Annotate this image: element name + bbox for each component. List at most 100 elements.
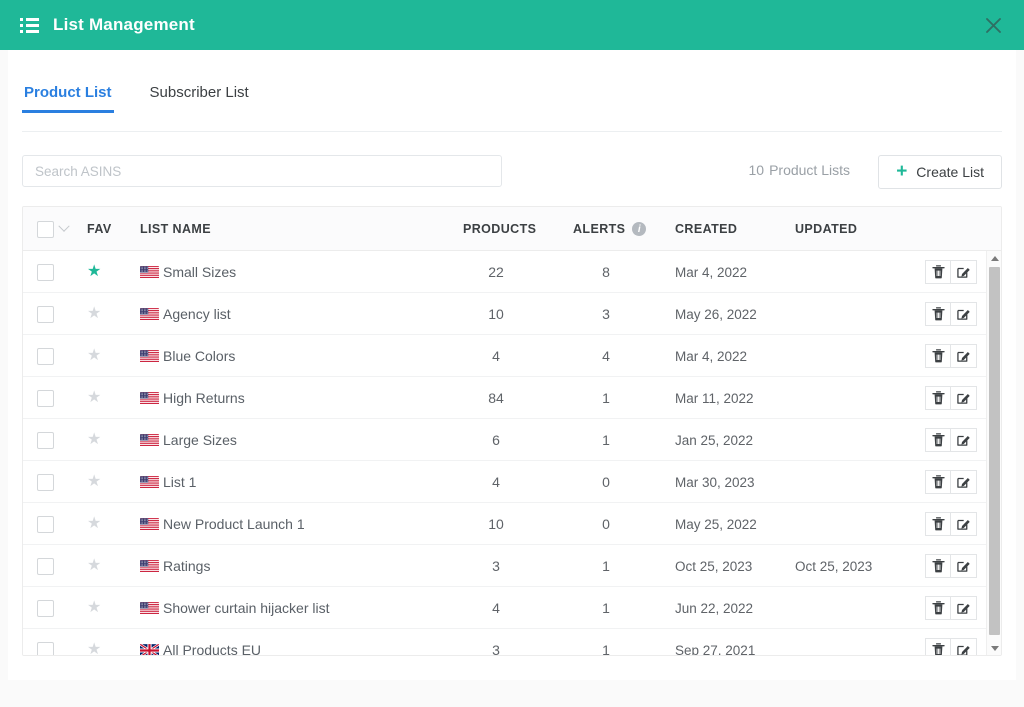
delete-list-button[interactable] bbox=[925, 470, 951, 494]
table-row[interactable]: ★ Shower curtain hijacker list 4 1 Jun 22, 2… bbox=[23, 587, 1001, 629]
list-name[interactable]: Large Sizes bbox=[163, 419, 237, 461]
content-card: Product List Subscriber List 10Product L… bbox=[8, 50, 1016, 680]
delete-list-button[interactable] bbox=[925, 344, 951, 368]
delete-list-button[interactable] bbox=[925, 512, 951, 536]
created-date: Mar 4, 2022 bbox=[675, 348, 748, 364]
column-header-updated[interactable]: UPDATED bbox=[795, 207, 857, 251]
table-row[interactable]: ★ All Products EU 3 1 Sep 27, 2021 bbox=[23, 629, 1001, 656]
row-checkbox[interactable] bbox=[37, 305, 54, 323]
list-name[interactable]: Blue Colors bbox=[163, 335, 235, 377]
row-select-cell bbox=[37, 293, 54, 335]
list-name[interactable]: Agency list bbox=[163, 293, 231, 335]
edit-list-button[interactable] bbox=[951, 512, 977, 536]
favorite-toggle[interactable]: ★ bbox=[87, 629, 101, 656]
scroll-down-button[interactable] bbox=[987, 641, 1001, 655]
table-row[interactable]: ★ Ratings 3 1 Oct 25, 2023 Oct 25, 2023 bbox=[23, 545, 1001, 587]
table-row[interactable]: ★ List 1 4 0 Mar 30, 2023 bbox=[23, 461, 1001, 503]
created-date: May 26, 2022 bbox=[675, 306, 757, 322]
row-select-cell bbox=[37, 545, 54, 587]
created-date: Mar 4, 2022 bbox=[675, 264, 748, 280]
column-header-created[interactable]: CREATED bbox=[675, 207, 737, 251]
select-all-checkbox[interactable] bbox=[37, 220, 54, 238]
favorite-toggle[interactable]: ★ bbox=[87, 377, 101, 419]
table-row[interactable]: ★ Small Sizes 22 8 Mar 4, 2022 bbox=[23, 251, 1001, 293]
row-actions bbox=[925, 629, 977, 655]
edit-list-button[interactable] bbox=[951, 470, 977, 494]
row-actions bbox=[925, 335, 977, 377]
edit-list-button[interactable] bbox=[951, 386, 977, 410]
favorite-toggle[interactable]: ★ bbox=[87, 545, 101, 587]
favorite-toggle[interactable]: ★ bbox=[87, 461, 101, 503]
delete-list-button[interactable] bbox=[925, 596, 951, 620]
edit-list-button[interactable] bbox=[951, 428, 977, 452]
delete-list-button[interactable] bbox=[925, 302, 951, 326]
row-checkbox[interactable] bbox=[37, 263, 54, 281]
tab-product-list[interactable]: Product List bbox=[22, 84, 114, 113]
create-list-label: Create List bbox=[916, 164, 984, 180]
list-name[interactable]: Ratings bbox=[163, 545, 210, 587]
row-actions bbox=[925, 293, 977, 335]
close-button[interactable] bbox=[978, 10, 1008, 40]
delete-list-button[interactable] bbox=[925, 554, 951, 578]
table-row[interactable]: ★ Blue Colors 4 4 Mar 4, 2022 bbox=[23, 335, 1001, 377]
row-checkbox[interactable] bbox=[37, 389, 54, 407]
search-input[interactable] bbox=[22, 155, 502, 187]
edit-list-button[interactable] bbox=[951, 260, 977, 284]
row-checkbox[interactable] bbox=[37, 431, 54, 449]
delete-list-button[interactable] bbox=[925, 260, 951, 284]
list-count: 10 Product Lists bbox=[748, 162, 850, 178]
row-checkbox[interactable] bbox=[37, 641, 54, 655]
delete-list-button[interactable] bbox=[925, 428, 951, 452]
favorite-toggle[interactable]: ★ bbox=[87, 251, 101, 293]
delete-list-button[interactable] bbox=[925, 638, 951, 655]
row-select-cell bbox=[37, 251, 54, 293]
list-name[interactable]: All Products EU bbox=[163, 629, 261, 655]
edit-list-button[interactable] bbox=[951, 638, 977, 655]
list-name[interactable]: Shower curtain hijacker list bbox=[163, 587, 330, 629]
edit-list-button[interactable] bbox=[951, 554, 977, 578]
created-date: Mar 11, 2022 bbox=[675, 390, 754, 406]
favorite-toggle[interactable]: ★ bbox=[87, 419, 101, 461]
favorite-toggle[interactable]: ★ bbox=[87, 335, 101, 377]
table-header-row: FAV LIST NAME PRODUCTS ALERTS i CREATED … bbox=[23, 207, 1001, 251]
list-name[interactable]: Small Sizes bbox=[163, 251, 236, 293]
edit-icon bbox=[957, 435, 970, 446]
column-header-fav[interactable]: FAV bbox=[87, 207, 112, 251]
table-scrollbar[interactable] bbox=[986, 251, 1001, 655]
caret-down-icon bbox=[990, 645, 999, 651]
edit-list-button[interactable] bbox=[951, 596, 977, 620]
scrollbar-thumb[interactable] bbox=[989, 267, 1000, 635]
table-row[interactable]: ★ High Returns 84 1 Mar 11, 2022 bbox=[23, 377, 1001, 419]
row-checkbox[interactable] bbox=[37, 473, 54, 491]
row-checkbox[interactable] bbox=[37, 515, 54, 533]
list-name[interactable]: New Product Launch 1 bbox=[163, 503, 305, 545]
list-name[interactable]: List 1 bbox=[163, 461, 196, 503]
products-count: 4 bbox=[492, 474, 500, 490]
chevron-down-icon[interactable] bbox=[58, 220, 70, 232]
table-row[interactable]: ★ New Product Launch 1 10 0 May 25, 2022 bbox=[23, 503, 1001, 545]
scroll-up-button[interactable] bbox=[987, 251, 1001, 265]
row-checkbox[interactable] bbox=[37, 599, 54, 617]
column-header-products[interactable]: PRODUCTS bbox=[463, 207, 536, 251]
create-list-button[interactable]: + Create List bbox=[878, 155, 1002, 189]
favorite-toggle[interactable]: ★ bbox=[87, 503, 101, 545]
tab-subscriber-list[interactable]: Subscriber List bbox=[148, 84, 251, 113]
column-header-alerts[interactable]: ALERTS i bbox=[573, 207, 647, 251]
edit-icon bbox=[957, 519, 970, 530]
favorite-toggle[interactable]: ★ bbox=[87, 293, 101, 335]
row-checkbox[interactable] bbox=[37, 347, 54, 365]
delete-list-button[interactable] bbox=[925, 386, 951, 410]
column-header-list-name[interactable]: LIST NAME bbox=[140, 207, 211, 251]
plus-icon: + bbox=[896, 160, 908, 182]
flag-us-icon bbox=[140, 265, 159, 279]
list-name[interactable]: High Returns bbox=[163, 377, 245, 419]
table-row[interactable]: ★ Large Sizes 6 1 Jan 25, 2022 bbox=[23, 419, 1001, 461]
edit-list-button[interactable] bbox=[951, 344, 977, 368]
row-checkbox[interactable] bbox=[37, 557, 54, 575]
star-icon: ★ bbox=[87, 641, 102, 656]
table-row[interactable]: ★ Agency list 10 3 May 26, 2022 bbox=[23, 293, 1001, 335]
info-icon[interactable]: i bbox=[632, 222, 647, 236]
edit-list-button[interactable] bbox=[951, 302, 977, 326]
row-select-cell bbox=[37, 419, 54, 461]
favorite-toggle[interactable]: ★ bbox=[87, 587, 101, 629]
